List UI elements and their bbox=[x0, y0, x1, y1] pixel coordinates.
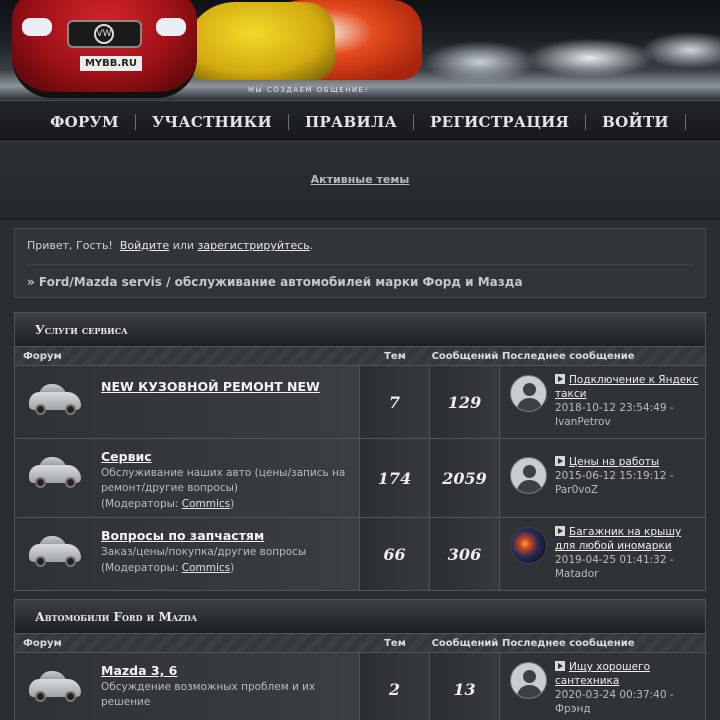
col-forum: Форум bbox=[23, 637, 62, 649]
headlight-left bbox=[22, 18, 52, 36]
moderator-link[interactable]: Commics bbox=[182, 498, 230, 510]
table-header: Форум Тем Сообщений Последнее сообщение bbox=[14, 633, 706, 653]
welcome-box: Привет, Гость! Войдите или зарегистрируй… bbox=[14, 228, 706, 298]
car-forum-icon bbox=[25, 451, 85, 493]
nav-forum[interactable]: ФОРУМ bbox=[34, 113, 135, 131]
vw-logo-icon: VW bbox=[94, 24, 114, 44]
register-link[interactable]: зарегистрируйтесь bbox=[198, 239, 310, 252]
active-topics-bar: Активные темы bbox=[0, 140, 720, 220]
nav-rules[interactable]: ПРАВИЛА bbox=[289, 113, 413, 131]
main-nav: ФОРУМ УЧАСТНИКИ ПРАВИЛА РЕГИСТРАЦИЯ ВОЙТ… bbox=[0, 100, 720, 140]
category-services: Услуги сервиса Форум Тем Сообщений После… bbox=[14, 312, 706, 591]
period-text: . bbox=[309, 239, 314, 252]
last-post-meta: 2018-10-12 23:54:49 - IvanPetrov bbox=[555, 402, 674, 428]
col-last-post: Последнее сообщение bbox=[502, 637, 635, 649]
car-forum-icon bbox=[25, 530, 85, 572]
posts-count: 2059 bbox=[430, 439, 500, 517]
yellow-car-image bbox=[185, 2, 335, 80]
go-to-post-icon[interactable] bbox=[555, 526, 565, 536]
forum-moderators: (Модераторы: Commics) bbox=[101, 498, 235, 510]
user-avatar bbox=[510, 662, 547, 699]
red-car-image: VW MYBB.RU bbox=[12, 0, 197, 98]
col-topics: Тем bbox=[384, 350, 406, 362]
col-last-post: Последнее сообщение bbox=[502, 350, 635, 362]
content-wrapper: Привет, Гость! Войдите или зарегистрируй… bbox=[0, 220, 720, 720]
forum-info: Mazda 3, 6 Обсуждение возможных проблем … bbox=[15, 653, 360, 720]
forum-link[interactable]: Mazda 3, 6 bbox=[101, 663, 177, 678]
forum-link[interactable]: Сервис bbox=[101, 449, 152, 464]
col-posts: Сообщений bbox=[431, 637, 499, 649]
topics-count: 7 bbox=[360, 366, 430, 438]
user-avatar bbox=[510, 375, 547, 412]
forum-row: Сервис Обслуживание наших авто (цены/зап… bbox=[14, 439, 706, 518]
login-link[interactable]: Войдите bbox=[120, 239, 169, 252]
table-header: Форум Тем Сообщений Последнее сообщение bbox=[14, 346, 706, 366]
go-to-post-icon[interactable] bbox=[555, 374, 565, 384]
forum-row: Mazda 3, 6 Обсуждение возможных проблем … bbox=[14, 653, 706, 720]
greeting-text: Привет, Гость! bbox=[27, 239, 113, 252]
welcome-greeting: Привет, Гость! Войдите или зарегистрируй… bbox=[27, 239, 693, 252]
forum-moderators: (Модераторы: Commics) bbox=[101, 562, 235, 574]
nav-register[interactable]: РЕГИСТРАЦИЯ bbox=[414, 113, 585, 131]
breadcrumb: » Ford/Mazda servis / обслуживание автом… bbox=[27, 264, 693, 289]
user-avatar bbox=[510, 527, 547, 564]
topics-count: 66 bbox=[360, 518, 430, 590]
last-topic-link[interactable]: Багажник на крышу для любой иномарки bbox=[555, 526, 681, 552]
forum-info: Вопросы по запчастям Заказ/цены/покупка/… bbox=[15, 518, 360, 590]
forum-info: Сервис Обслуживание наших авто (цены/зап… bbox=[15, 439, 360, 517]
header-banner: VW MYBB.RU МЫ СОЗДАЕМ ОБЩЕНИЕ! bbox=[0, 0, 720, 100]
category-ford-mazda: Автомобили Ford и Mazda Форум Тем Сообще… bbox=[14, 599, 706, 720]
nav-divider bbox=[684, 114, 686, 130]
forum-description: Обсуждение возможных проблем и их решени… bbox=[101, 681, 316, 708]
license-plate: MYBB.RU bbox=[80, 56, 142, 71]
nav-login[interactable]: ВОЙТИ bbox=[586, 113, 685, 131]
posts-count: 306 bbox=[430, 518, 500, 590]
tagline: МЫ СОЗДАЕМ ОБЩЕНИЕ! bbox=[248, 86, 369, 94]
col-posts: Сообщений bbox=[431, 350, 499, 362]
forum-description: Заказ/цены/покупка/другие вопросы bbox=[101, 546, 307, 558]
nav-members[interactable]: УЧАСТНИКИ bbox=[136, 113, 288, 131]
forum-description: Обслуживание наших авто (цены/запись на … bbox=[101, 467, 346, 494]
active-topics-link[interactable]: Активные темы bbox=[311, 173, 410, 186]
last-topic-link[interactable]: Ищу хорошего сантехника bbox=[555, 661, 650, 687]
last-post-meta: 2015-06-12 15:19:12 - Par0voZ bbox=[555, 470, 674, 496]
posts-count: 129 bbox=[430, 366, 500, 438]
car-forum-icon bbox=[25, 665, 85, 707]
category-title: Автомобили Ford и Mazda bbox=[14, 599, 706, 633]
forum-info: NEW КУЗОВНОЙ РЕМОНТ NEW bbox=[15, 366, 360, 438]
car-forum-icon bbox=[25, 378, 85, 420]
forum-link[interactable]: Вопросы по запчастям bbox=[101, 528, 264, 543]
last-post: Ищу хорошего сантехника 2020-03-24 00:37… bbox=[500, 653, 705, 720]
posts-count: 13 bbox=[430, 653, 500, 720]
user-avatar bbox=[510, 457, 547, 494]
forum-link[interactable]: NEW КУЗОВНОЙ РЕМОНТ NEW bbox=[101, 379, 320, 394]
or-text: или bbox=[172, 239, 195, 252]
last-post: Цены на работы 2015-06-12 15:19:12 - Par… bbox=[500, 439, 705, 517]
last-post-meta: 2020-03-24 00:37:40 - Фрэнд bbox=[555, 689, 674, 715]
last-post: Подключение к Яндекс такси 2018-10-12 23… bbox=[500, 366, 705, 438]
forum-row: NEW КУЗОВНОЙ РЕМОНТ NEW 7 129 Подключени… bbox=[14, 366, 706, 439]
last-topic-link[interactable]: Подключение к Яндекс такси bbox=[555, 374, 698, 400]
last-post: Багажник на крышу для любой иномарки 201… bbox=[500, 518, 705, 590]
topics-count: 174 bbox=[360, 439, 430, 517]
last-topic-link[interactable]: Цены на работы bbox=[569, 456, 659, 468]
col-forum: Форум bbox=[23, 350, 62, 362]
col-topics: Тем bbox=[384, 637, 406, 649]
go-to-post-icon[interactable] bbox=[555, 456, 565, 466]
category-title: Услуги сервиса bbox=[14, 312, 706, 346]
last-post-meta: 2019-04-25 01:41:32 - Matador bbox=[555, 554, 674, 580]
headlight-right bbox=[156, 18, 186, 36]
forum-row: Вопросы по запчастям Заказ/цены/покупка/… bbox=[14, 518, 706, 591]
go-to-post-icon[interactable] bbox=[555, 661, 565, 671]
moderator-link[interactable]: Commics bbox=[182, 562, 230, 574]
topics-count: 2 bbox=[360, 653, 430, 720]
